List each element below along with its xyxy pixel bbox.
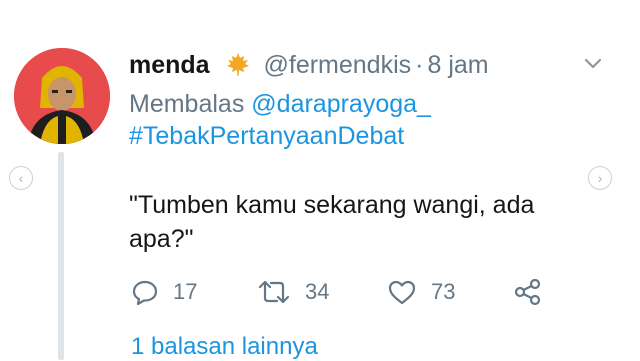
next-arrow-icon[interactable]: › [588, 166, 612, 190]
reply-context: Membalas @daraprayoga_ [129, 88, 431, 120]
retweet-icon [258, 280, 290, 304]
avatar-image [14, 48, 110, 144]
user-handle[interactable]: @fermendkis [264, 51, 412, 79]
reply-icon [132, 280, 158, 306]
reply-prefix: Membalas [129, 90, 245, 118]
display-name[interactable]: menda [129, 51, 210, 79]
thread-line [58, 152, 64, 360]
tweet-text: "Tumben kamu sekarang wangi, ada apa?" [129, 191, 535, 253]
share-button[interactable] [513, 276, 557, 308]
share-icon [514, 278, 541, 306]
chevron-down-icon[interactable] [582, 52, 604, 74]
retweet-count: 34 [305, 279, 330, 304]
maple-leaf-icon [225, 51, 251, 84]
heart-icon [388, 280, 416, 305]
retweet-button[interactable]: 34 [257, 276, 329, 308]
reply-button[interactable]: 17 [131, 276, 197, 308]
separator-dot: · [415, 51, 424, 79]
more-replies-link[interactable]: 1 balasan lainnya [131, 333, 318, 361]
tweet-actions: 17 34 73 [129, 276, 569, 308]
like-button[interactable]: 73 [387, 276, 455, 308]
like-count: 73 [431, 279, 456, 304]
previous-arrow-icon[interactable]: ‹ [9, 166, 33, 190]
reply-mention-link[interactable]: @daraprayoga_ [251, 90, 431, 118]
timestamp[interactable]: 8 jam [427, 51, 488, 79]
avatar[interactable] [14, 48, 110, 144]
hashtag-link[interactable]: #TebakPertanyaanDebat [129, 120, 404, 152]
reply-count: 17 [173, 279, 198, 304]
tweet-header: menda @fermendkis · 8 jam [129, 50, 489, 84]
